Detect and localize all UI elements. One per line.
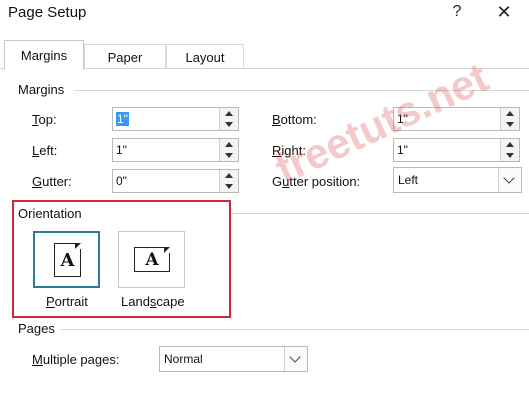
gutter-field[interactable]: 0" <box>112 169 239 193</box>
close-button[interactable]: ✕ <box>495 2 513 23</box>
help-button[interactable]: ? <box>449 3 465 21</box>
multiple-pages-value: Normal <box>164 352 203 366</box>
gutter-position-value: Left <box>398 173 419 187</box>
top-decrement-button[interactable] <box>220 119 238 130</box>
left-margin-value: 1" <box>116 143 127 157</box>
orientation-divider <box>231 213 529 214</box>
top-margin-field[interactable]: 1" <box>112 107 239 131</box>
left-decrement-button[interactable] <box>220 150 238 161</box>
chevron-down-icon[interactable] <box>498 168 521 192</box>
top-margin-value: 1" <box>116 112 129 126</box>
tab-paper[interactable]: Paper <box>84 44 166 69</box>
gutter-value: 0" <box>116 174 127 188</box>
right-decrement-button[interactable] <box>501 150 519 161</box>
tab-margins[interactable]: Margins <box>4 40 84 70</box>
left-margin-field[interactable]: 1" <box>112 138 239 162</box>
orientation-highlight-box <box>12 200 231 318</box>
right-margin-value: 1" <box>397 143 408 157</box>
top-label: Top: <box>32 112 57 127</box>
chevron-down-icon[interactable] <box>284 347 307 371</box>
margins-heading: Margins <box>18 82 65 97</box>
dialog-title: Page Setup <box>8 4 87 21</box>
right-margin-field[interactable]: 1" <box>393 138 520 162</box>
multiple-pages-label: Multiple pages: <box>32 352 120 367</box>
pages-divider <box>60 329 529 330</box>
title-bar: Page Setup ? ✕ <box>0 0 529 30</box>
pages-heading: Pages <box>18 321 55 336</box>
gutter-label: Gutter: <box>32 174 72 189</box>
left-label: Left: <box>32 143 58 158</box>
bottom-decrement-button[interactable] <box>501 119 519 130</box>
multiple-pages-dropdown[interactable]: Normal <box>159 346 308 372</box>
gutter-decrement-button[interactable] <box>220 181 238 192</box>
bottom-label: Bottom: <box>272 112 317 127</box>
tab-layout[interactable]: Layout <box>166 44 244 69</box>
gutter-position-dropdown[interactable]: Left <box>393 167 522 193</box>
